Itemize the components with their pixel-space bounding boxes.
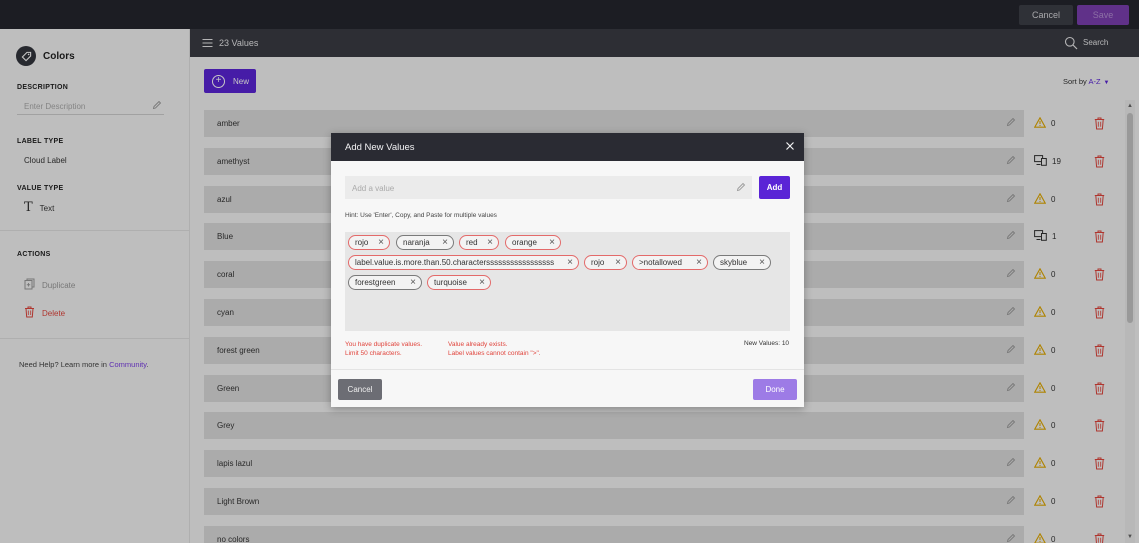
chip-label: >notallowed bbox=[639, 258, 682, 267]
chip-item: turquoise × bbox=[427, 275, 491, 290]
error-char: Label values cannot contain ">". bbox=[448, 350, 541, 357]
chip-label: red bbox=[466, 238, 478, 247]
remove-chip-icon[interactable]: × bbox=[442, 237, 448, 248]
chip-item: label.value.is.more.than.50.charactersss… bbox=[348, 255, 579, 270]
hint-text: Hint: Use 'Enter', Copy, and Paste for m… bbox=[345, 212, 497, 219]
chip-label: orange bbox=[512, 238, 537, 247]
chip-label: skyblue bbox=[720, 258, 748, 267]
error-duplicate: You have duplicate values. bbox=[345, 341, 423, 348]
chip-item: skyblue × bbox=[713, 255, 771, 270]
error-list-left: You have duplicate values. Limit 50 char… bbox=[345, 340, 422, 358]
error-list-right: Value already exists. Label values canno… bbox=[448, 340, 541, 358]
modal-header: Add New Values bbox=[331, 133, 804, 161]
remove-chip-icon[interactable]: × bbox=[487, 237, 493, 248]
chip-item: forestgreen × bbox=[348, 275, 422, 290]
modal-title: Add New Values bbox=[345, 142, 415, 153]
pencil-icon bbox=[736, 182, 746, 194]
modal-cancel-button[interactable]: Cancel bbox=[338, 379, 382, 400]
remove-chip-icon[interactable]: × bbox=[378, 237, 384, 248]
chip-item: orange × bbox=[505, 235, 561, 250]
chip-item: >notallowed × bbox=[632, 255, 708, 270]
chip-label: turquoise bbox=[434, 278, 467, 287]
remove-chip-icon[interactable]: × bbox=[696, 257, 702, 268]
remove-chip-icon[interactable]: × bbox=[549, 237, 555, 248]
add-value-placeholder: Add a value bbox=[352, 184, 395, 193]
add-values-modal: Add New Values Add a value Add Hint: Use… bbox=[331, 133, 804, 407]
remove-chip-icon[interactable]: × bbox=[615, 257, 621, 268]
modal-footer-divider bbox=[331, 369, 804, 370]
chip-item: red × bbox=[459, 235, 499, 250]
chip-label: rojo bbox=[355, 238, 369, 247]
chips-container: rojo × naranja × red × orange × label.value.… bbox=[345, 232, 790, 331]
remove-chip-icon[interactable]: × bbox=[567, 257, 573, 268]
remove-chip-icon[interactable]: × bbox=[479, 277, 485, 288]
chip-item: rojo × bbox=[584, 255, 627, 270]
close-icon[interactable] bbox=[785, 141, 795, 153]
chip-label: rojo bbox=[591, 258, 605, 267]
chip-label: label.value.is.more.than.50.charactersss… bbox=[355, 258, 555, 267]
add-button[interactable]: Add bbox=[759, 176, 790, 199]
chip-label: forestgreen bbox=[355, 278, 396, 287]
modal-done-button[interactable]: Done bbox=[753, 379, 797, 400]
chip-item: naranja × bbox=[396, 235, 454, 250]
error-limit: Limit 50 characters. bbox=[345, 350, 402, 357]
remove-chip-icon[interactable]: × bbox=[410, 277, 416, 288]
error-exists: Value already exists. bbox=[448, 341, 508, 348]
new-values-count: New Values: 10 bbox=[744, 340, 790, 347]
chip-label: naranja bbox=[403, 238, 430, 247]
add-value-input[interactable]: Add a value bbox=[345, 176, 752, 199]
remove-chip-icon[interactable]: × bbox=[759, 257, 765, 268]
chip-item: rojo × bbox=[348, 235, 390, 250]
